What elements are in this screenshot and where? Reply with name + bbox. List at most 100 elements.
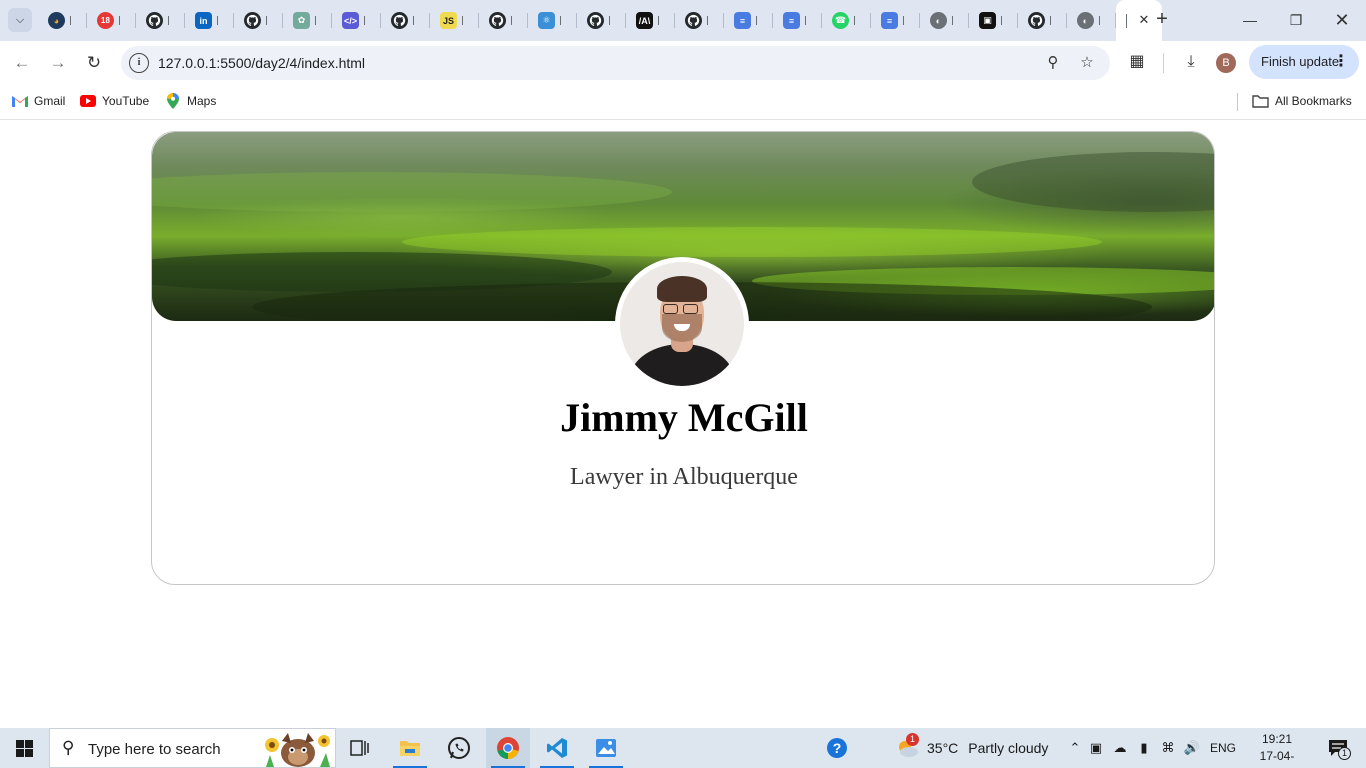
battery-icon[interactable]: ▮ bbox=[1132, 740, 1156, 756]
onedrive-cloud-icon[interactable]: ☁ bbox=[1108, 740, 1132, 756]
wifi-icon[interactable]: ⌘ bbox=[1156, 740, 1180, 756]
globe-icon: ◐ bbox=[1077, 12, 1094, 29]
browser-tab[interactable] bbox=[577, 0, 626, 41]
tab-title-fragment bbox=[511, 16, 515, 25]
browser-tab[interactable]: ≡ bbox=[871, 0, 920, 41]
maps-pin-icon bbox=[165, 93, 181, 109]
task-view-button[interactable] bbox=[338, 728, 382, 768]
browser-tab[interactable] bbox=[136, 0, 185, 41]
browser-tab[interactable]: ◐ bbox=[1067, 0, 1116, 41]
browser-tab[interactable]: ☎ bbox=[822, 0, 871, 41]
address-url[interactable]: 127.0.0.1:5500/day2/4/index.html bbox=[158, 55, 365, 71]
github-icon bbox=[587, 12, 604, 29]
bookmarks-bar: Gmail YouTube Maps All Bookmarks bbox=[0, 84, 1366, 120]
finish-update-button[interactable]: Finish update ⋮ bbox=[1249, 45, 1359, 79]
github-icon bbox=[391, 12, 408, 29]
tab-title-fragment bbox=[70, 16, 74, 25]
weather-icon: 1 bbox=[895, 733, 919, 759]
notification-badge-icon: 18 bbox=[97, 12, 114, 29]
tab-title-fragment bbox=[119, 16, 123, 25]
extensions-icon[interactable]: ▦ bbox=[1126, 51, 1148, 73]
github-icon bbox=[1028, 12, 1045, 29]
chevron-down-icon: ⌵ bbox=[15, 13, 25, 26]
start-button[interactable] bbox=[0, 728, 48, 768]
react-icon: ⚛ bbox=[538, 12, 555, 29]
taskbar-search[interactable]: ⚲ Type here to search bbox=[49, 728, 336, 768]
clock[interactable]: 19:21 17-04-2024 bbox=[1248, 731, 1306, 768]
gmail-icon bbox=[12, 94, 28, 108]
browser-tab[interactable]: ≡ bbox=[773, 0, 822, 41]
tab-title-fragment bbox=[756, 16, 760, 25]
all-bookmarks-button[interactable]: All Bookmarks bbox=[1251, 92, 1352, 110]
profile-photo bbox=[615, 257, 749, 391]
tab-title-fragment bbox=[658, 16, 662, 25]
folder-icon bbox=[1251, 94, 1269, 108]
profile-card: Jimmy McGill Lawyer in Albuquerque bbox=[151, 131, 1215, 585]
browser-toolbar: ← → ↻ i 127.0.0.1:5500/day2/4/index.html… bbox=[0, 41, 1366, 84]
help-button[interactable]: ? bbox=[815, 728, 859, 768]
browser-tab[interactable]: ◕ bbox=[38, 0, 87, 41]
minimize-button[interactable]: — bbox=[1238, 8, 1262, 32]
weather-desc: Partly cloudy bbox=[968, 740, 1049, 756]
notification-chat-icon: 1 bbox=[1328, 739, 1351, 760]
close-window-button[interactable]: ✕ bbox=[1330, 8, 1354, 32]
browser-tab[interactable]: ✿ bbox=[283, 0, 332, 41]
photos-button[interactable] bbox=[584, 728, 628, 768]
tab-title-fragment bbox=[1126, 13, 1127, 28]
browser-tab[interactable]: ⚛ bbox=[528, 0, 577, 41]
notifications-button[interactable]: 1 bbox=[1318, 728, 1358, 768]
site-icon: ◕ bbox=[48, 12, 65, 29]
notification-count-badge: 1 bbox=[1338, 747, 1351, 760]
downloads-icon[interactable]: ⤓ bbox=[1180, 51, 1202, 73]
photos-icon bbox=[596, 739, 616, 757]
reload-button[interactable]: ↻ bbox=[81, 50, 107, 76]
zoom-icon[interactable]: ⚲ bbox=[1043, 53, 1063, 73]
javascript-icon: JS bbox=[440, 12, 457, 29]
profile-avatar[interactable]: B bbox=[1216, 53, 1236, 73]
clock-date: 17-04-2024 bbox=[1259, 749, 1295, 768]
back-button[interactable]: ← bbox=[9, 50, 35, 76]
bookmark-maps[interactable]: Maps bbox=[165, 92, 216, 110]
github-icon bbox=[146, 12, 163, 29]
bookmark-gmail[interactable]: Gmail bbox=[12, 92, 65, 110]
file-explorer-button[interactable] bbox=[388, 728, 432, 768]
weather-widget[interactable]: 1 35°C Partly cloudy bbox=[895, 728, 1048, 768]
browser-tab[interactable]: </> bbox=[332, 0, 381, 41]
browser-tab[interactable] bbox=[381, 0, 430, 41]
browser-tab[interactable] bbox=[234, 0, 283, 41]
browser-tab[interactable]: in bbox=[185, 0, 234, 41]
site-info-icon[interactable]: i bbox=[129, 53, 149, 73]
bookmark-gmail-label: Gmail bbox=[34, 94, 66, 108]
github-icon bbox=[685, 12, 702, 29]
tab-search-button[interactable]: ⌵ bbox=[8, 8, 32, 32]
browser-tab[interactable] bbox=[479, 0, 528, 41]
address-bar[interactable]: i 127.0.0.1:5500/day2/4/index.html ⚲ ☆ bbox=[121, 46, 1110, 80]
profile-subtitle: Lawyer in Albuquerque bbox=[570, 464, 798, 490]
browser-tab[interactable]: JS bbox=[430, 0, 479, 41]
forward-button[interactable]: → bbox=[45, 50, 71, 76]
vscode-button[interactable] bbox=[535, 728, 579, 768]
show-hidden-icons-chevron-icon[interactable]: ⌃ bbox=[1066, 740, 1084, 756]
volume-icon[interactable]: 🔊 bbox=[1180, 740, 1204, 756]
bookmark-star-icon[interactable]: ☆ bbox=[1077, 53, 1097, 73]
browser-tab[interactable]: 18 bbox=[87, 0, 136, 41]
whatsapp-button[interactable] bbox=[437, 728, 481, 768]
browser-tab[interactable]: ▣ bbox=[969, 0, 1018, 41]
browser-tab[interactable]: ≡ bbox=[724, 0, 773, 41]
chrome-button[interactable] bbox=[486, 728, 530, 768]
meet-now-icon[interactable]: ▣ bbox=[1084, 740, 1108, 756]
browser-tab[interactable] bbox=[1018, 0, 1067, 41]
browser-tab[interactable] bbox=[675, 0, 724, 41]
new-tab-button[interactable]: + bbox=[1150, 8, 1174, 32]
browser-tab[interactable]: /A\ bbox=[626, 0, 675, 41]
docs-icon: ≡ bbox=[734, 12, 751, 29]
tab-title-fragment bbox=[805, 16, 809, 25]
language-indicator[interactable]: ENG bbox=[1210, 741, 1236, 755]
search-highlight-art bbox=[260, 731, 335, 767]
browser-tab[interactable]: ◐ bbox=[920, 0, 969, 41]
weather-temp: 35°C bbox=[927, 740, 959, 756]
tab-list: ◕ 18 in ✿ </> JS ⚛/A\ ≡ ≡ ☎ ≡ ◐ ▣ ◐ ✕ bbox=[38, 0, 1162, 41]
bookmark-youtube[interactable]: YouTube bbox=[80, 92, 149, 110]
vscode-icon bbox=[547, 738, 567, 758]
restore-button[interactable]: ❐ bbox=[1284, 8, 1308, 32]
